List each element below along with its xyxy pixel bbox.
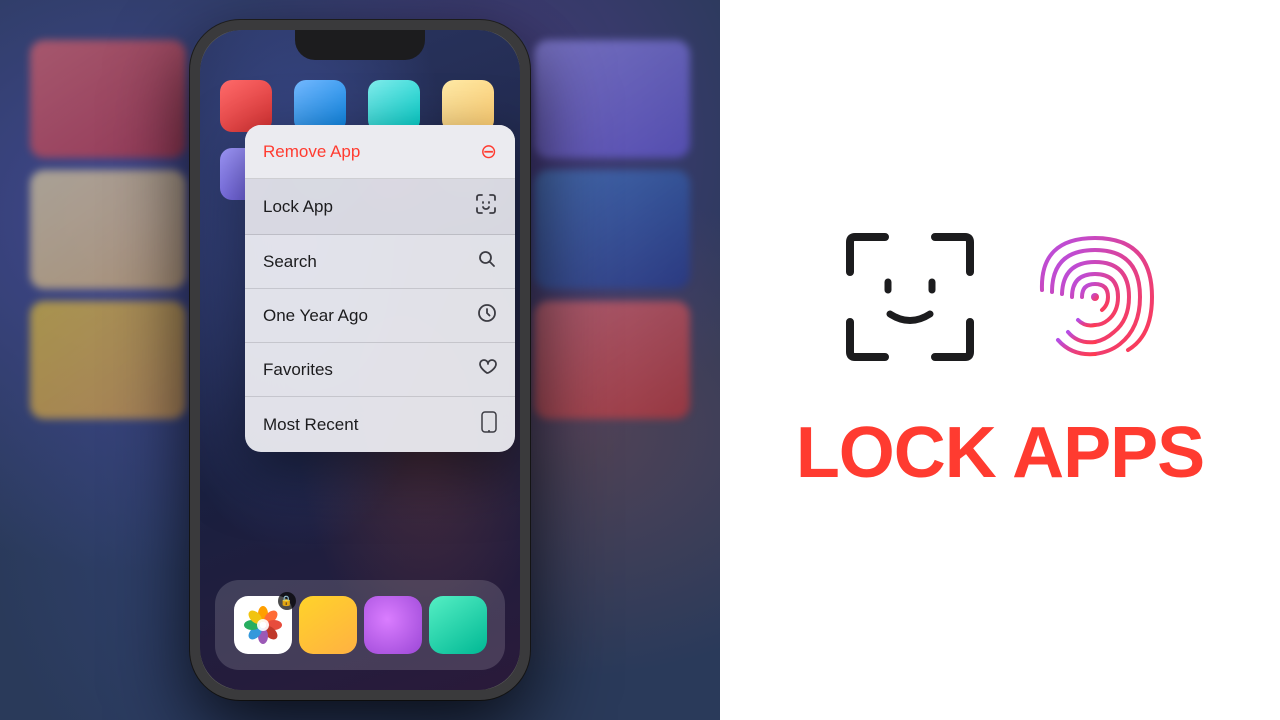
menu-item-favorites[interactable]: Favorites bbox=[245, 343, 515, 397]
one-year-ago-label: One Year Ago bbox=[263, 306, 368, 326]
dock-icon-3[interactable] bbox=[364, 596, 422, 654]
most-recent-label: Most Recent bbox=[263, 415, 358, 435]
search-label: Search bbox=[263, 252, 317, 272]
iphone-notch bbox=[295, 30, 425, 60]
menu-item-lock-app[interactable]: Lock App bbox=[245, 179, 515, 235]
remove-app-label: Remove App bbox=[263, 142, 360, 162]
lock-apps-title: LOCK APPS bbox=[796, 412, 1204, 494]
menu-item-most-recent[interactable]: Most Recent bbox=[245, 397, 515, 452]
remove-app-icon: ⊖ bbox=[480, 139, 497, 164]
right-panel: LOCK APPS bbox=[720, 0, 1280, 720]
menu-item-remove-app[interactable]: Remove App ⊖ bbox=[245, 125, 515, 179]
lock-badge: 🔒 bbox=[278, 592, 296, 610]
favorites-label: Favorites bbox=[263, 360, 333, 380]
context-menu: Remove App ⊖ Lock App bbox=[245, 125, 515, 452]
search-icon bbox=[477, 249, 497, 274]
lock-app-label: Lock App bbox=[263, 197, 333, 217]
dock-icon-4[interactable] bbox=[429, 596, 487, 654]
menu-item-search[interactable]: Search bbox=[245, 235, 515, 289]
menu-item-one-year-ago[interactable]: One Year Ago bbox=[245, 289, 515, 343]
left-panel: Remove App ⊖ Lock App bbox=[0, 0, 720, 720]
photos-app-icon[interactable]: 🔒 bbox=[234, 596, 292, 654]
arrow-annotation bbox=[495, 185, 530, 300]
heart-icon bbox=[477, 357, 497, 382]
iphone-screen: Remove App ⊖ Lock App bbox=[200, 30, 520, 690]
icons-row bbox=[840, 227, 1160, 372]
lock-app-icon bbox=[475, 193, 497, 220]
dock: 🔒 bbox=[215, 580, 505, 670]
iphone-frame: Remove App ⊖ Lock App bbox=[190, 20, 530, 700]
phone-icon bbox=[481, 411, 497, 438]
clock-icon bbox=[477, 303, 497, 328]
face-id-large-icon bbox=[840, 227, 980, 372]
fingerprint-large-icon bbox=[1030, 232, 1160, 367]
dock-icon-2[interactable] bbox=[299, 596, 357, 654]
